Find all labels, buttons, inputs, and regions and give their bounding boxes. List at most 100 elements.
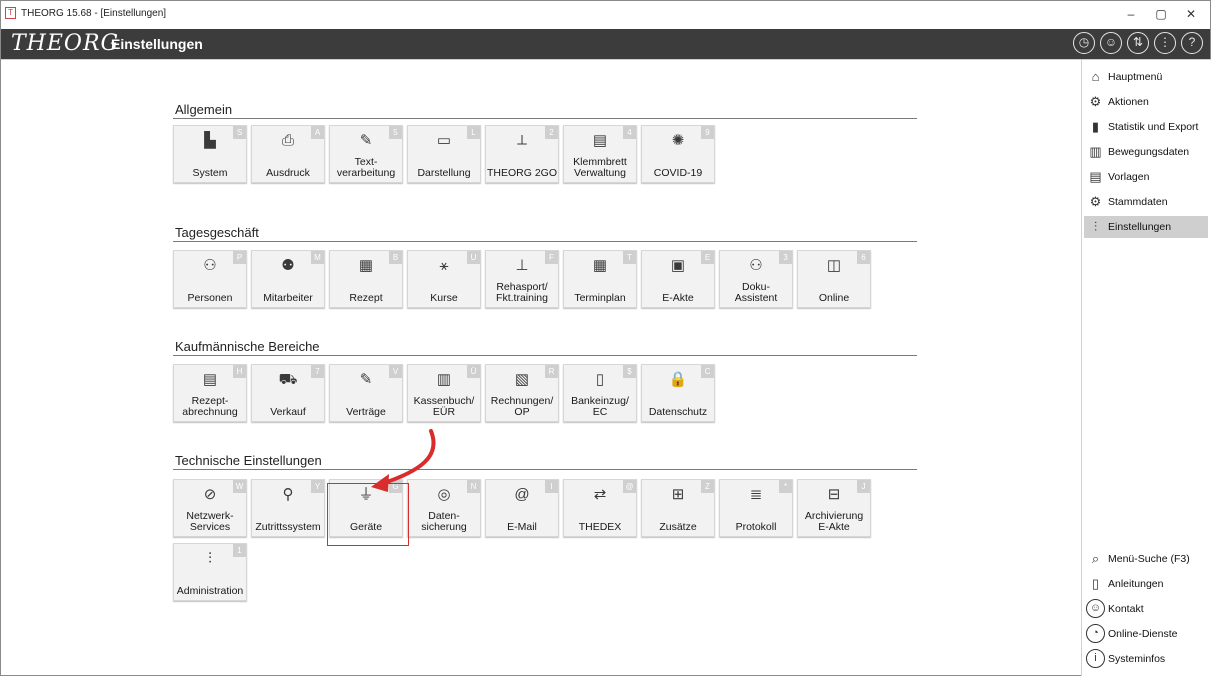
sidebar-item-online-dienste[interactable]: ◔ Online-Dienste: [1084, 623, 1208, 645]
online-calendar-icon: ◫: [826, 257, 842, 274]
sidebar-item-label: Statistik und Export: [1108, 121, 1199, 133]
section-title: Kaufmännische Bereiche: [175, 339, 320, 354]
tile-label: Zusätze: [659, 521, 697, 533]
tile-system[interactable]: S ▙ System: [173, 125, 247, 183]
tile-label: THEDEX: [578, 521, 622, 533]
remote-icon[interactable]: ⇅: [1127, 32, 1149, 54]
bar-chart-icon: ▮: [1091, 119, 1100, 134]
tile-administration[interactable]: 1 ⫶ Administration: [173, 543, 247, 601]
section-title: Tagesgeschäft: [175, 225, 259, 240]
tile-zutrittssystem[interactable]: Y ⚲ Zutrittssystem: [251, 479, 325, 537]
tile-protokoll[interactable]: * ≣ Protokoll: [719, 479, 793, 537]
tile-verkauf[interactable]: 7 ⛟ Verkauf: [251, 364, 325, 422]
tile-archivierung-e-akte[interactable]: J ⊟ Archivierung E-Akte: [797, 479, 871, 537]
tile-text-verarbeitung[interactable]: 5 ✎ Text- verarbeitung: [329, 125, 403, 183]
app-icon: T: [5, 7, 16, 19]
gears-icon: ⚙: [1089, 94, 1102, 109]
staff-icon: ⚉: [281, 257, 295, 274]
tile-rezept-abrechnung[interactable]: H ▤ Rezept- abrechnung: [173, 364, 247, 422]
tile-label: Archivierung E-Akte: [804, 510, 864, 533]
archive-icon: ⊟: [827, 486, 841, 503]
tile-personen[interactable]: P ⚇ Personen: [173, 250, 247, 308]
log-icon: ≣: [749, 486, 763, 503]
tile-label: Verträge: [346, 406, 386, 418]
menu-dots-icon[interactable]: ⋮: [1154, 32, 1176, 54]
rehasport-icon: ⊥: [515, 257, 529, 274]
tile-rehasport-fkt-training[interactable]: F ⊥ Rehasport/ Fkt.training: [485, 250, 559, 308]
tile-rechnungen-op[interactable]: R ▧ Rechnungen/ OP: [485, 364, 559, 422]
billing-icon: ▤: [202, 371, 218, 388]
movement-data-icon: ▥: [1089, 144, 1102, 159]
tile-label: Darstellung: [417, 167, 471, 179]
tile-darstellung[interactable]: L ▭ Darstellung: [407, 125, 481, 183]
annotation-arrow: [371, 429, 436, 492]
tile-label: E-Akte: [662, 292, 694, 304]
access-icon: ⚲: [282, 486, 294, 503]
bank-icon: ▯: [595, 371, 605, 388]
sidebar-item-vorlagen[interactable]: ▤ Vorlagen: [1084, 166, 1208, 188]
clipboard-icon: ▤: [592, 132, 608, 149]
tile-label: Datenschutz: [648, 406, 708, 418]
cart-icon: ⛟: [278, 371, 298, 388]
tile-online[interactable]: 6 ◫ Online: [797, 250, 871, 308]
sidebar-item-kontakt[interactable]: ☺ Kontakt: [1084, 598, 1208, 620]
sidebar-item-einstellungen[interactable]: ⫶ Einstellungen: [1084, 216, 1208, 238]
course-icon: ⚹: [439, 257, 449, 274]
tile-kassenbuch-eür[interactable]: Ü ▥ Kassenbuch/ EÜR: [407, 364, 481, 422]
tile-label: Netzwerk- Services: [186, 510, 234, 533]
right-sidebar: ⌂ Hauptmenü ⚙ Aktionen ▮ Statistik und Export…: [1081, 59, 1211, 676]
computer-icon: ▙: [204, 132, 216, 149]
doc-assistant-icon: ⚇: [749, 257, 763, 274]
sidebar-item-menü-suche-f3[interactable]: ⌕ Menü-Suche (F3): [1084, 548, 1208, 570]
tile-label: Klemmbrett Verwaltung: [573, 156, 627, 179]
sidebar-item-anleitungen[interactable]: ▯ Anleitungen: [1084, 573, 1208, 595]
template-icon: ▤: [1089, 169, 1102, 184]
sidebar-item-bewegungsdaten[interactable]: ▥ Bewegungsdaten: [1084, 141, 1208, 163]
tile-thedex[interactable]: @ ⇄ THEDEX: [563, 479, 637, 537]
tile-verträge[interactable]: V ✎ Verträge: [329, 364, 403, 422]
tile-mitarbeiter[interactable]: M ⚉ Mitarbeiter: [251, 250, 325, 308]
sidebar-item-hauptmenü[interactable]: ⌂ Hauptmenü: [1084, 66, 1208, 88]
tile-label: Rechnungen/ OP: [490, 395, 554, 418]
section-title: Allgemein: [175, 102, 233, 117]
sidebar-item-systeminfos[interactable]: i Systeminfos: [1084, 648, 1208, 670]
page-title: Einstellungen: [111, 36, 203, 52]
tile-zusätze[interactable]: Z ⊞ Zusätze: [641, 479, 715, 537]
tile-kurse[interactable]: U ⚹ Kurse: [407, 250, 481, 308]
sidebar-item-label: Bewegungsdaten: [1108, 146, 1190, 158]
tile-label: Terminplan: [574, 292, 626, 304]
sidebar-item-aktionen[interactable]: ⚙ Aktionen: [1084, 91, 1208, 113]
tile-e-akte[interactable]: E ▣ E-Akte: [641, 250, 715, 308]
tile-rezept[interactable]: B ▦ Rezept: [329, 250, 403, 308]
minimize-button[interactable]: –: [1118, 5, 1144, 23]
help-icon[interactable]: ?: [1181, 32, 1203, 54]
sidebar-item-label: Online-Dienste: [1108, 628, 1178, 640]
tile-bankeinzug-ec[interactable]: $ ▯ Bankeinzug/ EC: [563, 364, 637, 422]
sidebar-item-label: Vorlagen: [1108, 171, 1150, 183]
tile-theorg-2go[interactable]: 2 ⟂ THEORG 2GO: [485, 125, 559, 183]
tile-netzwerk-services[interactable]: W ⊘ Netzwerk- Services: [173, 479, 247, 537]
tile-ausdruck[interactable]: A ⎙ Ausdruck: [251, 125, 325, 183]
tile-covid-19[interactable]: 9 ✺ COVID-19: [641, 125, 715, 183]
history-icon[interactable]: ◷: [1073, 32, 1095, 54]
sidebar-item-stammdaten[interactable]: ⚙ Stammdaten: [1084, 191, 1208, 213]
tile-terminplan[interactable]: T ▦ Terminplan: [563, 250, 637, 308]
tile-label: Text- verarbeitung: [336, 156, 396, 179]
maximize-button[interactable]: ▢: [1148, 5, 1174, 23]
sidebar-item-statistik-und-export[interactable]: ▮ Statistik und Export: [1084, 116, 1208, 138]
tile-label: System: [192, 167, 228, 179]
tile-label: Kurse: [430, 292, 458, 304]
online-services-icon: ◔: [1086, 624, 1105, 643]
tile-label: Ausdruck: [266, 167, 310, 179]
monitor-icon: ▭: [436, 132, 452, 149]
window-title: THEORG 15.68 - [Einstellungen]: [21, 8, 167, 19]
tile-e-mail[interactable]: I @ E-Mail: [485, 479, 559, 537]
virus-icon: ✺: [671, 132, 685, 149]
tile-datenschutz[interactable]: C 🔒 Datenschutz: [641, 364, 715, 422]
tile-label: Rehasport/ Fkt.training: [496, 281, 548, 304]
title-bar: T THEORG 15.68 - [Einstellungen] – ▢ ✕: [1, 1, 1210, 29]
support-person-icon[interactable]: ☺: [1100, 32, 1122, 54]
tile-doku-assistent[interactable]: 3 ⚇ Doku- Assistent: [719, 250, 793, 308]
close-button[interactable]: ✕: [1178, 5, 1204, 23]
tile-klemmbrett-verwaltung[interactable]: 4 ▤ Klemmbrett Verwaltung: [563, 125, 637, 183]
